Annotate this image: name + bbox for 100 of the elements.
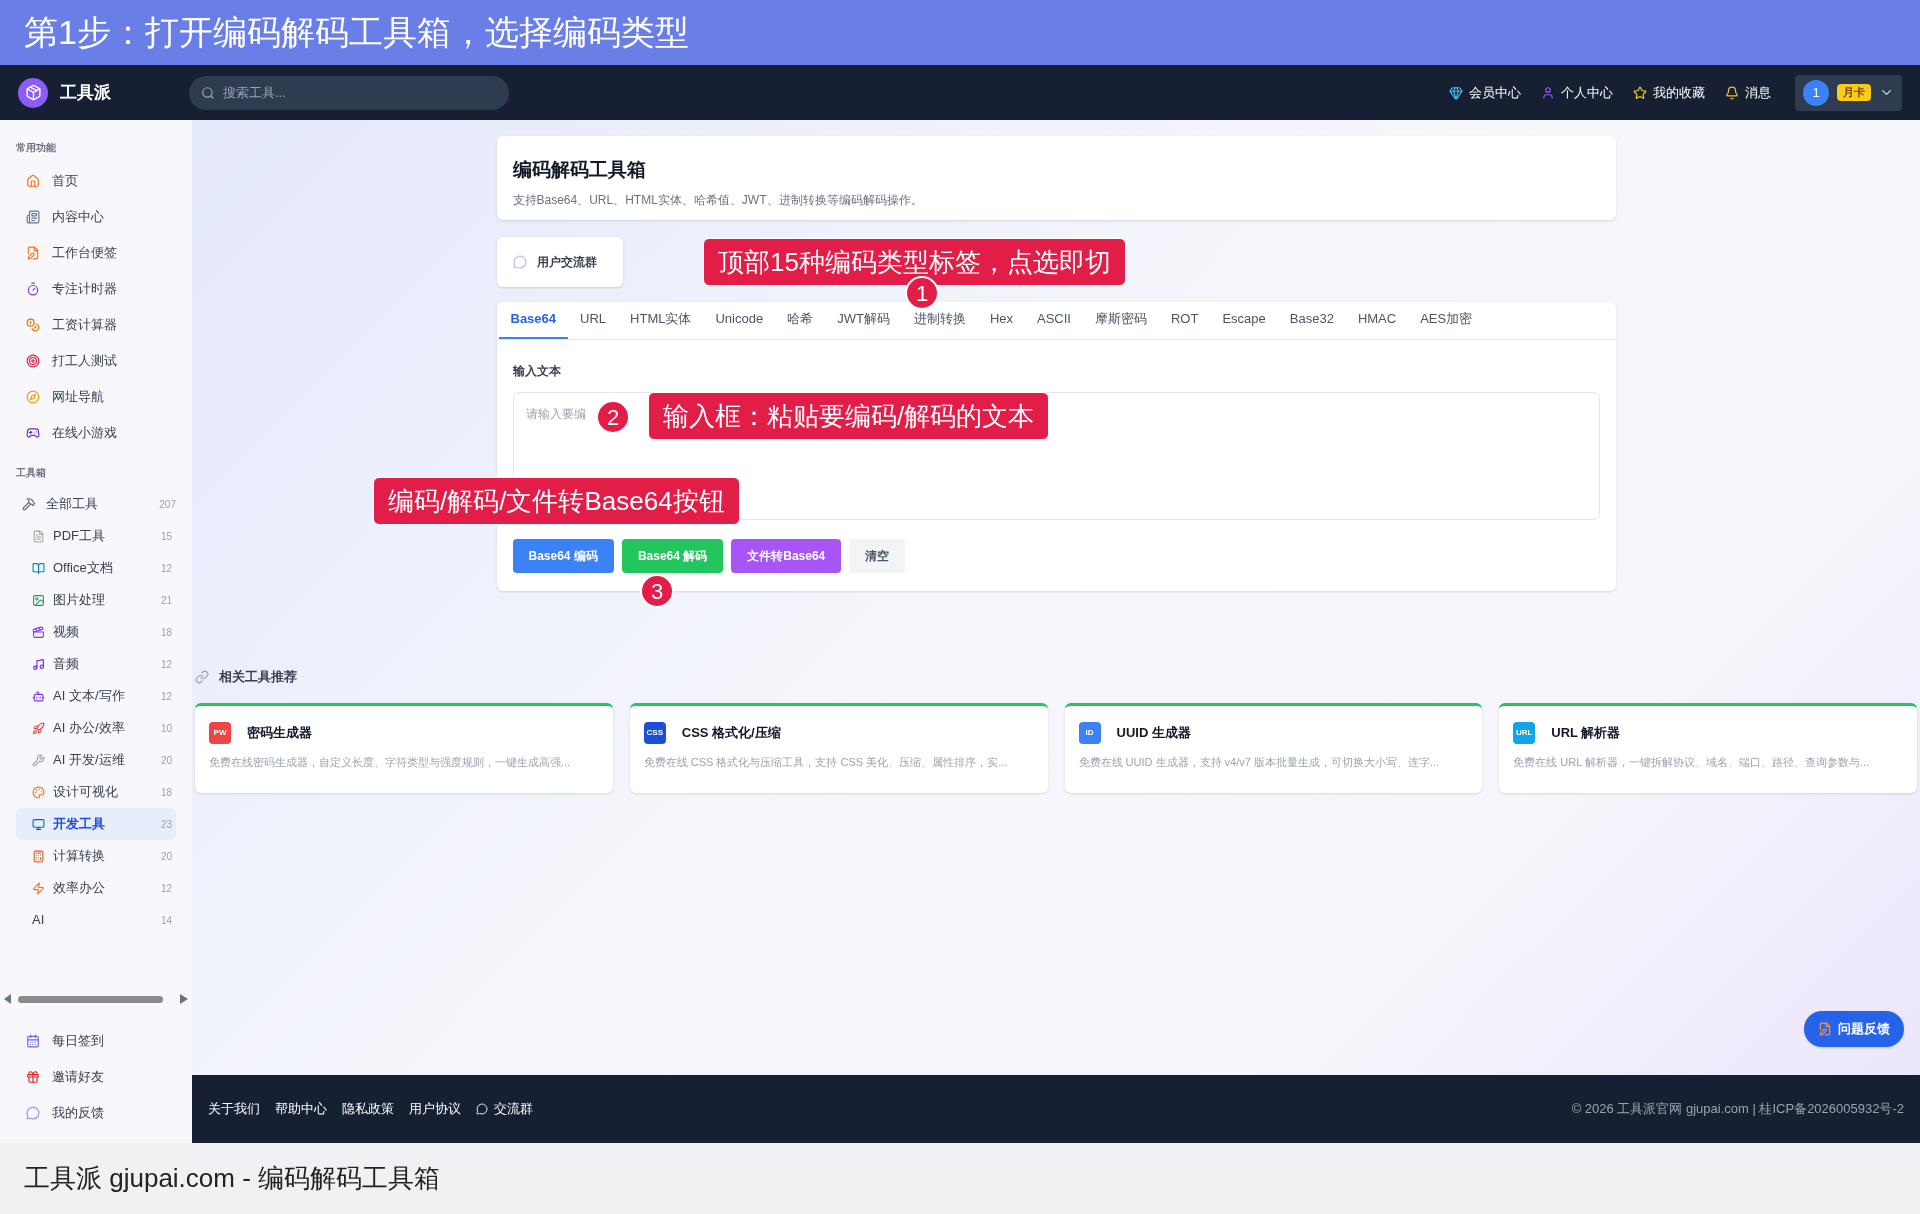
tab[interactable]: 摩斯密码 (1082, 301, 1159, 339)
action-button[interactable]: 清空 (849, 539, 906, 573)
input-label: 输入文本 (512, 363, 562, 380)
category-item[interactable]: 设计可视化 18 (16, 776, 176, 808)
tab[interactable]: Unicode (703, 301, 776, 339)
section-title: 相关工具推荐 (219, 668, 297, 686)
tool-badge: URL (1513, 721, 1536, 744)
category-label: AI 办公/效率 (53, 719, 125, 738)
nav-link[interactable]: 个人中心 (1541, 82, 1613, 103)
tab[interactable]: ASCII (1025, 301, 1083, 339)
tab[interactable]: 哈希 (775, 301, 826, 339)
feedback-button[interactable]: 问题反馈 (1804, 1011, 1904, 1047)
sidebar-item[interactable]: 打工人测试 (16, 343, 176, 379)
category-item[interactable]: AI 文本/写作 12 (16, 680, 176, 712)
calculator-icon (32, 849, 45, 863)
nav-link[interactable]: 消息 (1725, 82, 1771, 103)
user-avatar: 1 (1803, 79, 1829, 106)
sidebar-item[interactable]: 网址导航 (16, 379, 176, 415)
tool-badge: ID (1078, 721, 1101, 744)
tool-card[interactable]: PW 密码生成器 免费在线密码生成器，自定义长度、字符类型与强度规则，一键生成高强... (195, 702, 613, 793)
tool-card[interactable]: URL URL 解析器 免费在线 URL 解析器，一键拆解协议、域名、端口、路径、查询参数与... (1499, 702, 1917, 793)
tools-icon (22, 497, 36, 511)
action-button[interactable]: 文件转Base64 (731, 539, 842, 573)
book-icon (32, 561, 45, 575)
callout-label: 编码/解码/文件转Base64按钮 (373, 477, 740, 525)
tool-card[interactable]: CSS CSS 格式化/压缩 免费在线 CSS 格式化与压缩工具，支持 CSS 美化、压缩、属性排序，实... (629, 702, 1048, 793)
user-menu[interactable]: 1 月卡 (1795, 74, 1902, 111)
sidebar-item[interactable]: 邀请好友 (16, 1059, 176, 1095)
sidebar-item[interactable]: 在线小游戏 (16, 415, 176, 451)
nav-link[interactable]: 我的收藏 (1633, 82, 1705, 103)
robot-icon (32, 689, 45, 703)
rocket-icon (32, 721, 45, 735)
tab[interactable]: AES加密 (1408, 301, 1485, 339)
category-item[interactable]: 计算转换 20 (16, 840, 176, 872)
tab[interactable]: Base64 (498, 301, 569, 339)
category-item[interactable]: AI 开发/运维 20 (16, 744, 176, 776)
item-count: 18 (160, 785, 172, 800)
category-label: AI 文本/写作 (53, 687, 125, 706)
all-tools-label: 全部工具 (46, 495, 98, 514)
sidebar-item[interactable]: 专注计时器 (16, 271, 176, 307)
category-item[interactable]: 图片处理 21 (16, 584, 176, 616)
category-item[interactable]: 开发工具 23 (16, 808, 176, 840)
tab[interactable]: Escape (1210, 301, 1278, 339)
category-item[interactable]: 视频 18 (16, 616, 176, 648)
footer-link[interactable]: 用户协议 (409, 1099, 461, 1119)
category-item[interactable]: AI 14 (16, 904, 176, 936)
scroll-right-icon[interactable] (180, 994, 188, 1004)
palette-icon (32, 785, 45, 799)
gem-icon (1449, 85, 1463, 100)
footer-link[interactable]: 隐私政策 (342, 1099, 394, 1119)
sidebar-item[interactable]: 我的反馈 (16, 1095, 176, 1131)
scroll-left-icon[interactable] (4, 994, 12, 1004)
sidebar-item[interactable]: 工资计算器 (16, 307, 176, 343)
sidebar-item[interactable]: 每日签到 (16, 1023, 176, 1059)
search-field[interactable]: 搜索工具... (189, 75, 509, 110)
category-label: 计算转换 (53, 847, 105, 866)
tab[interactable]: URL (568, 301, 619, 339)
scrollbar-thumb[interactable] (18, 995, 163, 1003)
item-count: 12 (160, 561, 172, 576)
footer-link[interactable]: 关于我们 (208, 1099, 260, 1119)
tab[interactable]: ROT (1158, 301, 1211, 339)
bell-icon (1725, 85, 1739, 100)
community-button[interactable]: 用户交流群 (496, 237, 623, 287)
tab[interactable]: HTML实体 (618, 301, 704, 339)
tab[interactable]: HMAC (1345, 301, 1409, 339)
caption-text: 工具派 gjupai.com - 编码解码工具箱 (24, 1162, 441, 1195)
sidebar-item[interactable]: 工作台便签 (16, 235, 176, 271)
stopwatch-icon (26, 282, 40, 296)
search-input[interactable]: 搜索工具... (223, 82, 497, 103)
tool-card[interactable]: ID UUID 生成器 免费在线 UUID 生成器，支持 v4/v7 版本批量生成，可切换大小写、连字... (1064, 702, 1483, 793)
category-item[interactable]: AI 办公/效率 10 (16, 712, 176, 744)
footer-link[interactable]: 交流群 (476, 1099, 533, 1119)
all-tools-item[interactable]: 全部工具 207 (16, 488, 176, 520)
tab[interactable]: JWT解码 (825, 301, 902, 339)
category-label: PDF工具 (53, 527, 105, 546)
star-icon (1633, 85, 1647, 100)
compass-icon (26, 390, 40, 404)
tab[interactable]: Base32 (1277, 301, 1346, 339)
sidebar-item[interactable]: 首页 (16, 163, 176, 199)
brand-name: 工具派 (60, 81, 111, 104)
link-icon (195, 669, 209, 684)
gamepad-icon (26, 426, 40, 440)
category-item[interactable]: PDF工具 15 (16, 520, 176, 552)
tool-title: URL 解析器 (1551, 723, 1621, 742)
footer-link[interactable]: 帮助中心 (275, 1099, 327, 1119)
category-item[interactable]: 效率办公 12 (16, 872, 176, 904)
tool-title: 密码生成器 (247, 723, 312, 742)
monitor-icon (32, 817, 45, 831)
sidebar-item[interactable]: 内容中心 (16, 199, 176, 235)
nav-link[interactable]: 会员中心 (1449, 82, 1521, 103)
category-label: 视频 (53, 623, 79, 642)
step-title: 第1步：打开编码解码工具箱，选择编码类型 (24, 12, 689, 53)
category-item[interactable]: 音频 12 (16, 648, 176, 680)
tab[interactable]: Hex (977, 301, 1025, 339)
tool-title: CSS 格式化/压缩 (681, 723, 781, 742)
user-icon (1541, 85, 1555, 100)
action-button[interactable]: Base64 编码 (512, 539, 614, 573)
music-note-icon (32, 657, 45, 671)
category-item[interactable]: Office文档 12 (16, 552, 176, 584)
speech-bubble-icon (476, 1103, 488, 1115)
